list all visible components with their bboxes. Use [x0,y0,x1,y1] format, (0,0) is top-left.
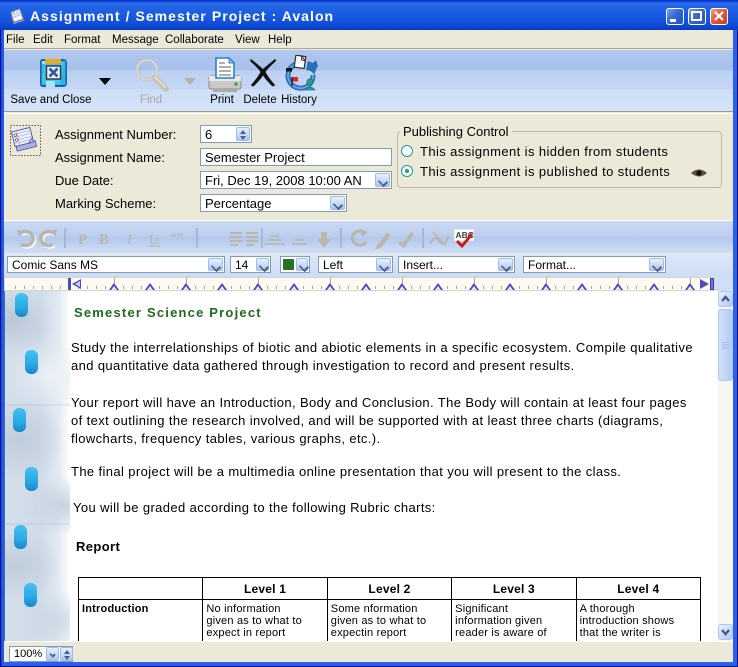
svg-text:“”: “” [171,230,183,244]
svg-text:P: P [78,232,87,248]
svg-text:I: I [126,233,133,248]
svg-text:B: B [99,232,109,248]
